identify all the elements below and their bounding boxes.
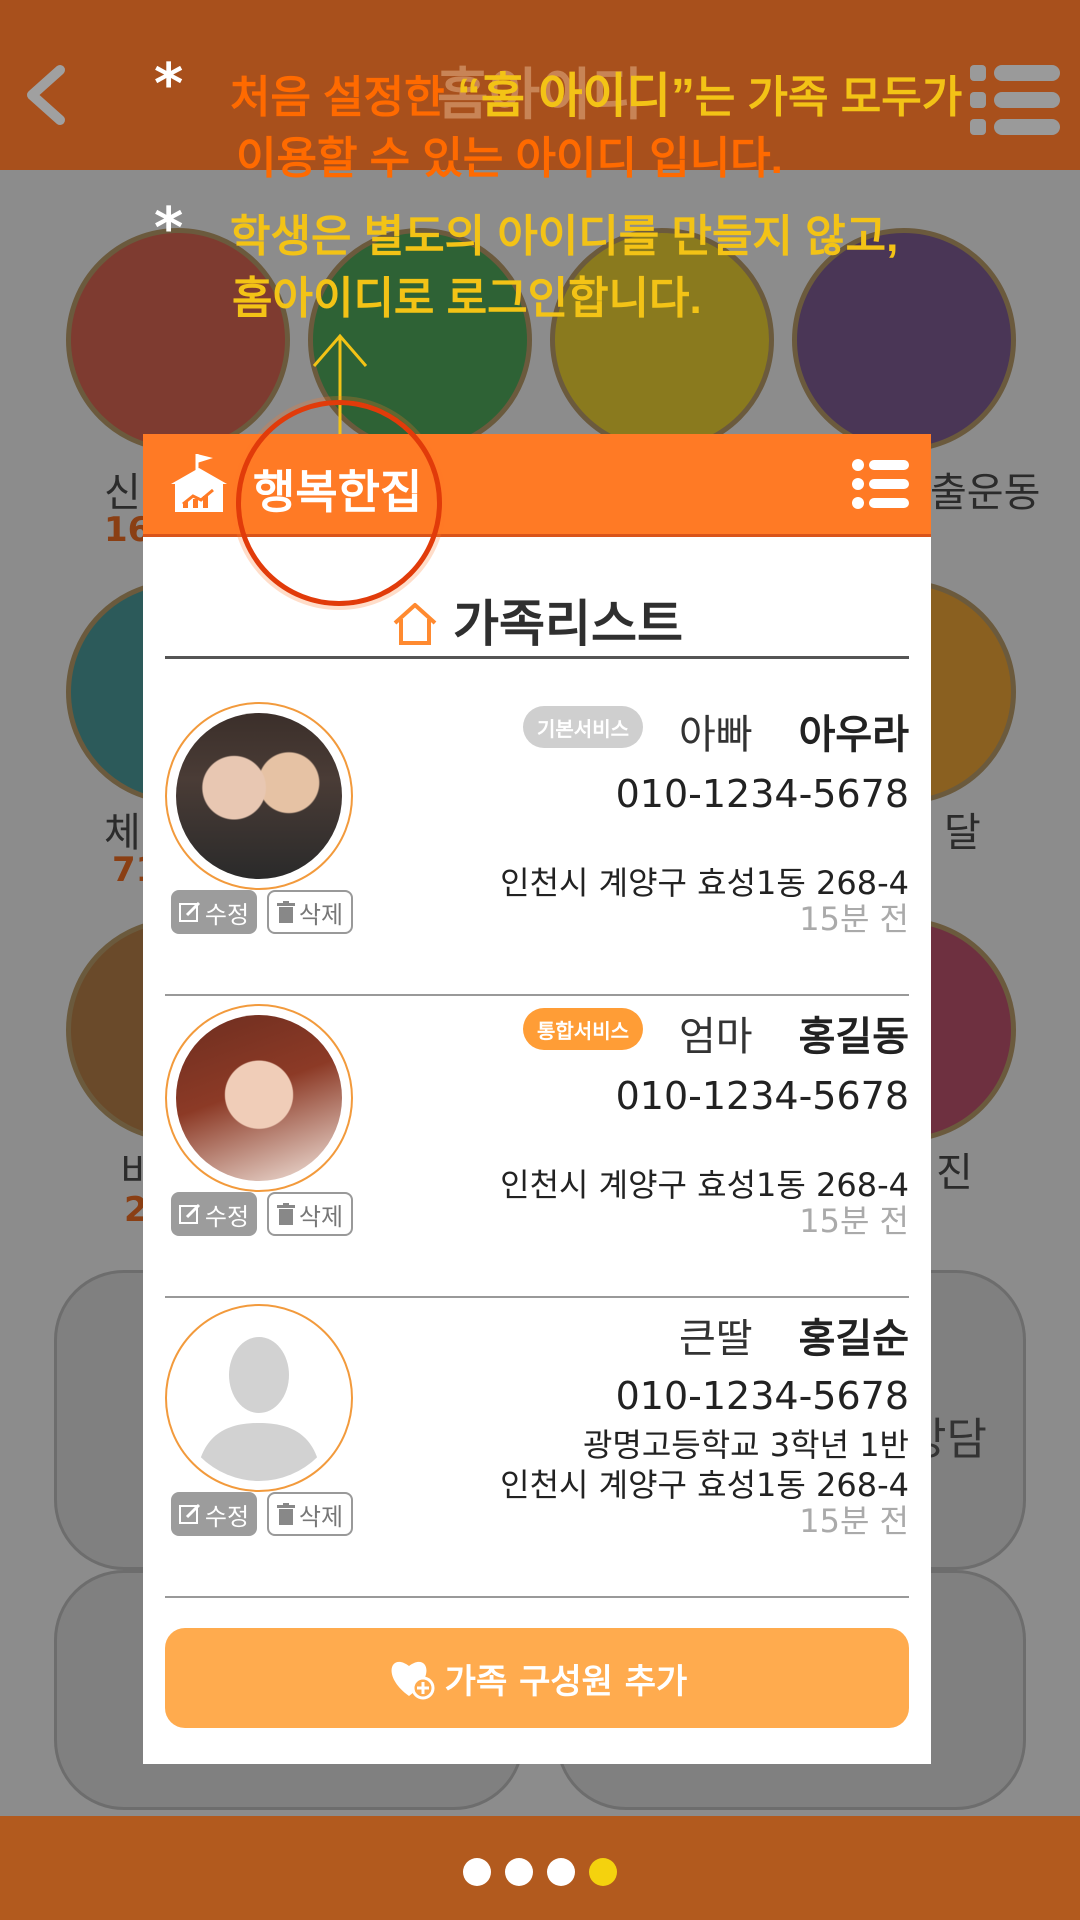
tip-2-bullet: * xyxy=(154,196,184,261)
edit-button[interactable]: 수정 xyxy=(171,1192,257,1236)
page-dot-2[interactable] xyxy=(505,1858,533,1886)
avatar xyxy=(165,702,353,890)
title-divider xyxy=(165,656,909,659)
member-name: 홍길순 xyxy=(798,1316,909,1362)
tip-1-quote: “홈 아이디” xyxy=(456,70,695,123)
member-relation: 큰딸 xyxy=(679,1316,753,1362)
person-silhouette-icon xyxy=(196,1337,322,1481)
delete-button[interactable]: 삭제 xyxy=(267,890,353,934)
edit-label: 수정 xyxy=(204,900,250,929)
edit-icon xyxy=(178,1503,200,1524)
tip-2-line-2: 홈아이디로 로그인합니다. xyxy=(232,274,702,323)
delete-label: 삭제 xyxy=(298,1202,344,1231)
tip-1-bullet: * xyxy=(154,52,184,117)
edit-button[interactable]: 수정 xyxy=(171,1492,257,1536)
avatar-photo xyxy=(176,1015,342,1181)
family-list-title-text: 가족리스트 xyxy=(453,595,683,653)
member-name: 아우라 xyxy=(798,712,909,758)
member-time: 15분 전 xyxy=(799,900,909,938)
edit-button[interactable]: 수정 xyxy=(171,890,257,934)
home-outline-icon xyxy=(393,603,437,645)
avatar xyxy=(165,1004,353,1192)
trash-icon xyxy=(276,901,295,923)
member-relation: 엄마 xyxy=(679,1014,753,1060)
member-time: 15분 전 xyxy=(799,1202,909,1240)
page-dot-3[interactable] xyxy=(547,1858,575,1886)
delete-label: 삭제 xyxy=(298,900,344,929)
trash-icon xyxy=(276,1503,295,1525)
tip-1-line-1: 처음 설정한 “홈 아이디”는 가족 모두가 xyxy=(230,56,962,126)
avatar-placeholder xyxy=(165,1304,353,1492)
delete-label: 삭제 xyxy=(298,1502,344,1531)
member-time: 15분 전 xyxy=(799,1502,909,1540)
member-actions: 수정 삭제 xyxy=(171,1492,353,1536)
family-list-title: 가족리스트 xyxy=(143,584,931,656)
avatar-photo xyxy=(176,713,342,879)
service-badge: 기본서비스 xyxy=(523,706,643,748)
page-dot-1[interactable] xyxy=(463,1858,491,1886)
house-flag-icon xyxy=(171,454,227,512)
edit-icon xyxy=(178,1203,200,1224)
edit-label: 수정 xyxy=(204,1502,250,1531)
family-list-modal: 행복한집 가족리스트 수정 삭제 기본서비스 아빠 아우라 010-1234-5… xyxy=(143,434,931,1764)
tip-2-line-1: 학생은 별도의 아이디를 만들지 않고, xyxy=(230,212,899,261)
member-relation: 아빠 xyxy=(679,712,753,758)
menu-label-12: 진 xyxy=(936,1150,973,1196)
page-indicator xyxy=(0,1858,1080,1886)
home-name-highlight-ring xyxy=(236,400,442,606)
menu-label-8: 달 xyxy=(944,810,981,856)
edit-icon xyxy=(178,901,200,922)
trash-icon xyxy=(276,1203,295,1225)
delete-button[interactable]: 삭제 xyxy=(267,1192,353,1236)
list-menu-icon[interactable] xyxy=(851,458,909,510)
member-name: 홍길동 xyxy=(798,1014,909,1060)
menu-icon[interactable] xyxy=(970,60,1060,140)
member-row-mother[interactable]: 수정 삭제 통합서비스 엄마 홍길동 010-1234-5678 인천시 계양구… xyxy=(165,996,909,1298)
add-family-member-button[interactable]: 가족 구성원 추가 xyxy=(165,1628,909,1728)
add-family-member-label: 가족 구성원 추가 xyxy=(444,1661,688,1702)
member-phone: 010-1234-5678 xyxy=(615,772,909,816)
member-actions: 수정 삭제 xyxy=(171,890,353,934)
member-actions: 수정 삭제 xyxy=(171,1192,353,1236)
avatar-photo xyxy=(176,1315,342,1481)
member-row-father[interactable]: 수정 삭제 기본서비스 아빠 아우라 010-1234-5678 인천시 계양구… xyxy=(165,694,909,996)
tip-1-line-2: 이용할 수 있는 아이디 입니다. xyxy=(236,134,783,183)
heart-plus-icon xyxy=(391,1661,435,1700)
menu-label-4: 출운동 xyxy=(930,470,1041,516)
member-phone: 010-1234-5678 xyxy=(615,1074,909,1118)
delete-button[interactable]: 삭제 xyxy=(267,1492,353,1536)
tip-1-suffix: 는 가족 모두가 xyxy=(694,73,963,122)
tip-1-prefix: 처음 설정한 xyxy=(230,73,445,122)
service-badge: 통합서비스 xyxy=(523,1008,643,1050)
edit-label: 수정 xyxy=(204,1202,250,1231)
member-phone: 010-1234-5678 xyxy=(615,1374,909,1418)
member-row-daughter[interactable]: 수정 삭제 큰딸 홍길순 010-1234-5678 광명고등학교 3학년 1반… xyxy=(165,1296,909,1598)
page-dot-4-active[interactable] xyxy=(589,1858,617,1886)
